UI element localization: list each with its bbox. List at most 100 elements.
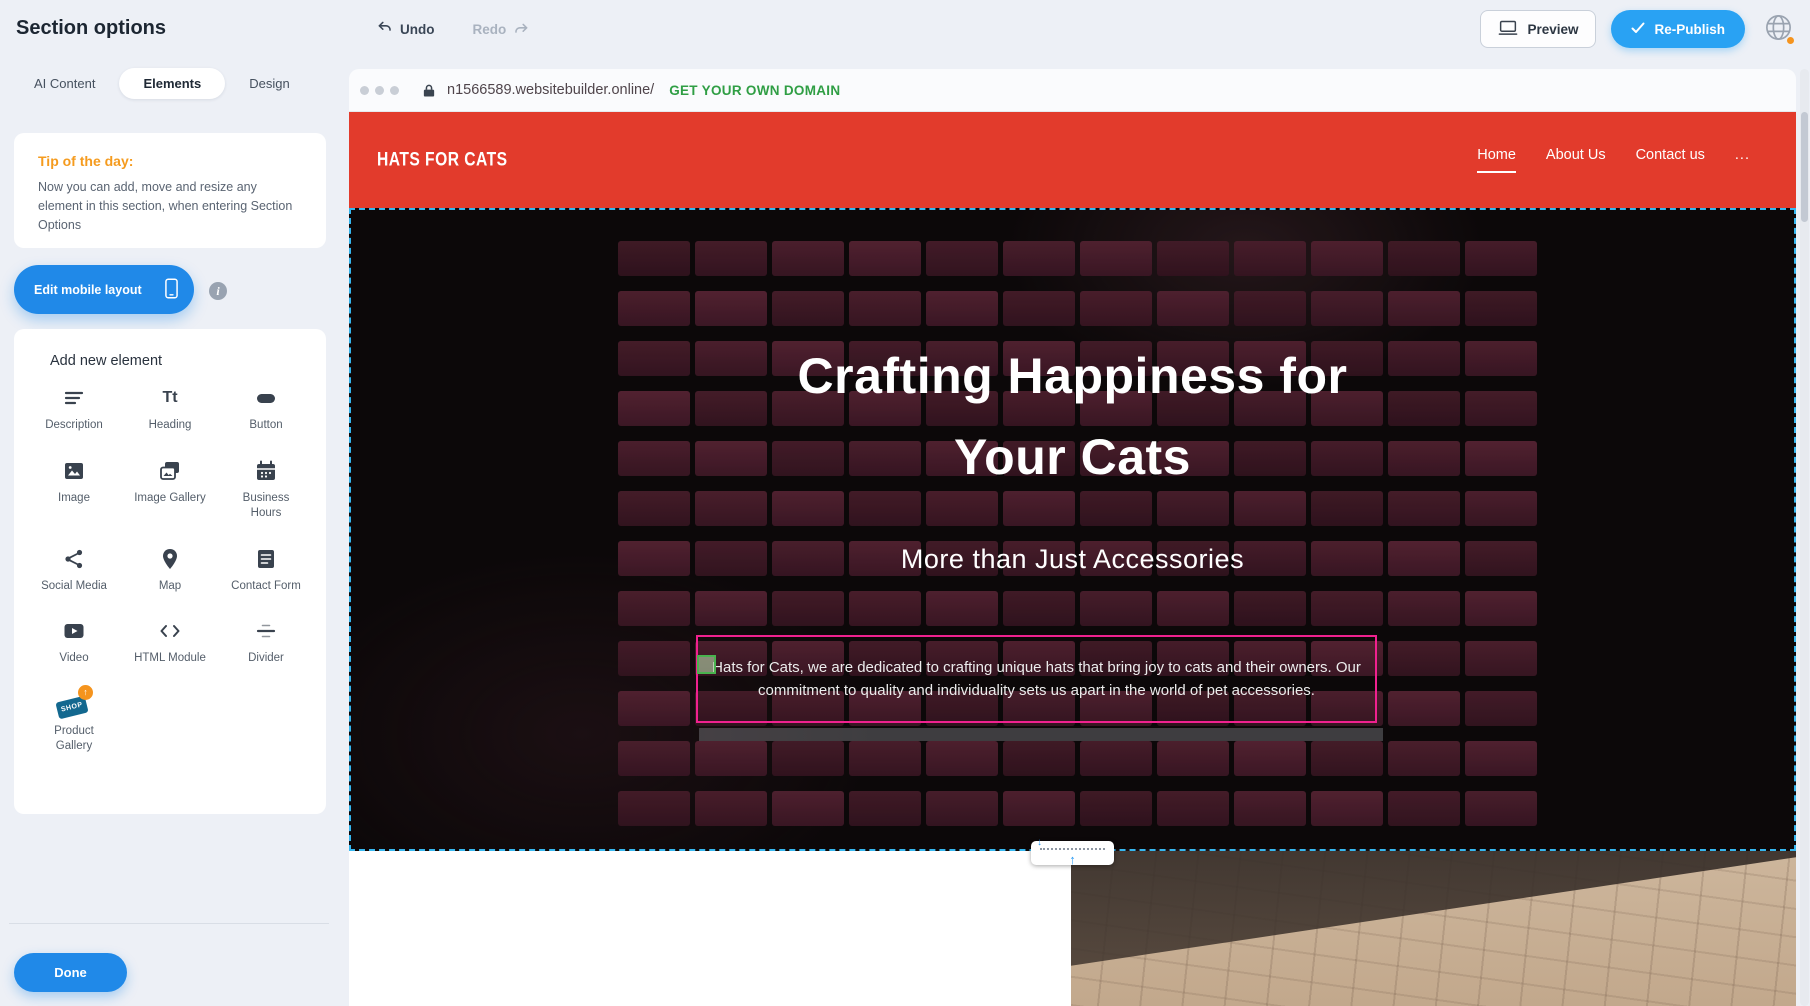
hero-tile — [1465, 741, 1537, 776]
hero-tile — [1465, 791, 1537, 826]
element-label: Social Media — [41, 579, 107, 595]
undo-button[interactable]: Undo — [370, 18, 441, 40]
done-button[interactable]: Done — [14, 953, 127, 992]
window-dot — [360, 86, 369, 95]
edit-mobile-label: Edit mobile layout — [34, 283, 142, 297]
hero-tile — [618, 791, 690, 826]
hero-tile — [772, 291, 844, 326]
add-element-map[interactable]: Map — [122, 546, 218, 595]
hero-tile — [618, 641, 690, 676]
republish-button[interactable]: Re-Publish — [1611, 10, 1745, 48]
info-icon[interactable] — [209, 282, 227, 300]
element-resize-handle[interactable] — [697, 655, 716, 674]
hero-tile — [695, 591, 767, 626]
tab-design[interactable]: Design — [249, 68, 289, 99]
language-globe-button[interactable] — [1760, 11, 1796, 47]
button-icon — [254, 385, 278, 411]
notification-dot — [1787, 37, 1794, 44]
hero-paragraph: Hats for Cats, we are dedicated to craft… — [707, 656, 1367, 703]
element-label: Button — [249, 418, 282, 434]
hero-tile — [1234, 291, 1306, 326]
hero-tile — [1157, 741, 1229, 776]
add-element-business-hours[interactable]: Business Hours — [218, 458, 314, 522]
premium-badge-icon — [78, 685, 93, 700]
edit-mobile-layout-button[interactable]: Edit mobile layout — [14, 265, 194, 314]
site-header: HATS FOR CATS Home About Us Contact us .… — [349, 112, 1796, 208]
add-element-description[interactable]: Description — [26, 385, 122, 434]
image-gallery-icon — [158, 458, 182, 484]
hero-section-selected[interactable]: Crafting Happiness for Your Cats More th… — [349, 208, 1796, 851]
add-element-panel: Add new element Description Heading Butt… — [14, 329, 326, 814]
add-element-social-media[interactable]: Social Media — [26, 546, 122, 595]
hero-tile — [695, 241, 767, 276]
hero-tile — [1080, 241, 1152, 276]
add-element-image-gallery[interactable]: Image Gallery — [122, 458, 218, 522]
add-element-image[interactable]: Image — [26, 458, 122, 522]
hero-tile — [1311, 741, 1383, 776]
site-nav: Home About Us Contact us ... — [1477, 112, 1750, 208]
site-logo[interactable]: HATS FOR CATS — [377, 149, 508, 172]
get-domain-link[interactable]: GET YOUR OWN DOMAIN — [669, 83, 840, 98]
element-label: Image Gallery — [134, 491, 206, 507]
hero-tile — [695, 791, 767, 826]
element-label: Contact Form — [231, 579, 301, 595]
hero-tile — [849, 241, 921, 276]
hero-tile — [926, 741, 998, 776]
hero-tile — [849, 591, 921, 626]
nav-item-home[interactable]: Home — [1477, 147, 1516, 173]
code-icon — [158, 618, 182, 644]
add-element-button[interactable]: Button — [218, 385, 314, 434]
hero-tile — [1234, 241, 1306, 276]
tab-elements[interactable]: Elements — [119, 68, 225, 99]
element-grid: Description Heading Button Image — [14, 369, 326, 755]
hero-tile — [1003, 291, 1075, 326]
selected-paragraph-element[interactable]: Hats for Cats, we are dedicated to craft… — [696, 635, 1377, 723]
hero-heading[interactable]: Crafting Happiness for Your Cats — [351, 336, 1794, 498]
topbar-actions: Preview Re-Publish — [1480, 0, 1796, 58]
hero-tile — [1465, 691, 1537, 726]
add-element-video[interactable]: Video — [26, 618, 122, 667]
redo-button[interactable]: Redo — [467, 20, 537, 39]
preview-label: Preview — [1527, 22, 1578, 37]
photo-shadow — [1071, 851, 1796, 1006]
hero-tile — [772, 741, 844, 776]
scrollbar-thumb[interactable] — [1801, 112, 1808, 222]
nav-item-contact-us[interactable]: Contact us — [1636, 147, 1705, 173]
undo-icon — [376, 19, 393, 39]
resize-dash-line — [1040, 848, 1105, 850]
element-label: Image — [58, 491, 90, 507]
check-icon — [1631, 22, 1645, 37]
nav-more-menu[interactable]: ... — [1735, 147, 1750, 173]
hero-tile — [618, 691, 690, 726]
hero-tile — [1465, 641, 1537, 676]
preview-button[interactable]: Preview — [1480, 10, 1596, 48]
browser-bar: n1566589.websitebuilder.online/ GET YOUR… — [349, 69, 1796, 112]
hero-tile — [849, 791, 921, 826]
video-icon — [62, 618, 86, 644]
add-element-html-module[interactable]: HTML Module — [122, 618, 218, 667]
add-element-heading[interactable]: Heading — [122, 385, 218, 434]
tab-ai-content[interactable]: AI Content — [34, 68, 95, 99]
hero-tile — [1388, 791, 1460, 826]
window-dot — [375, 86, 384, 95]
hero-tile — [1388, 741, 1460, 776]
hero-tile — [1388, 241, 1460, 276]
add-element-product-gallery[interactable]: SHOP Product Gallery — [26, 691, 122, 755]
tip-of-the-day-card: Tip of the day: Now you can add, move an… — [14, 133, 326, 248]
hero-tile — [1234, 791, 1306, 826]
undo-label: Undo — [400, 22, 435, 37]
add-element-contact-form[interactable]: Contact Form — [218, 546, 314, 595]
section-resize-handle[interactable] — [1031, 841, 1114, 865]
hero-subheading[interactable]: More than Just Accessories — [351, 544, 1794, 575]
hero-tile — [618, 591, 690, 626]
page-title: Section options — [16, 17, 166, 40]
hero-tile — [772, 591, 844, 626]
nav-item-about-us[interactable]: About Us — [1546, 147, 1606, 173]
add-element-title: Add new element — [14, 329, 326, 369]
monitor-icon — [1498, 19, 1518, 40]
hero-tile — [695, 741, 767, 776]
add-element-divider[interactable]: Divider — [218, 618, 314, 667]
vertical-scrollbar[interactable] — [1800, 69, 1809, 1006]
hero-tile — [618, 741, 690, 776]
hero-tile — [1311, 241, 1383, 276]
